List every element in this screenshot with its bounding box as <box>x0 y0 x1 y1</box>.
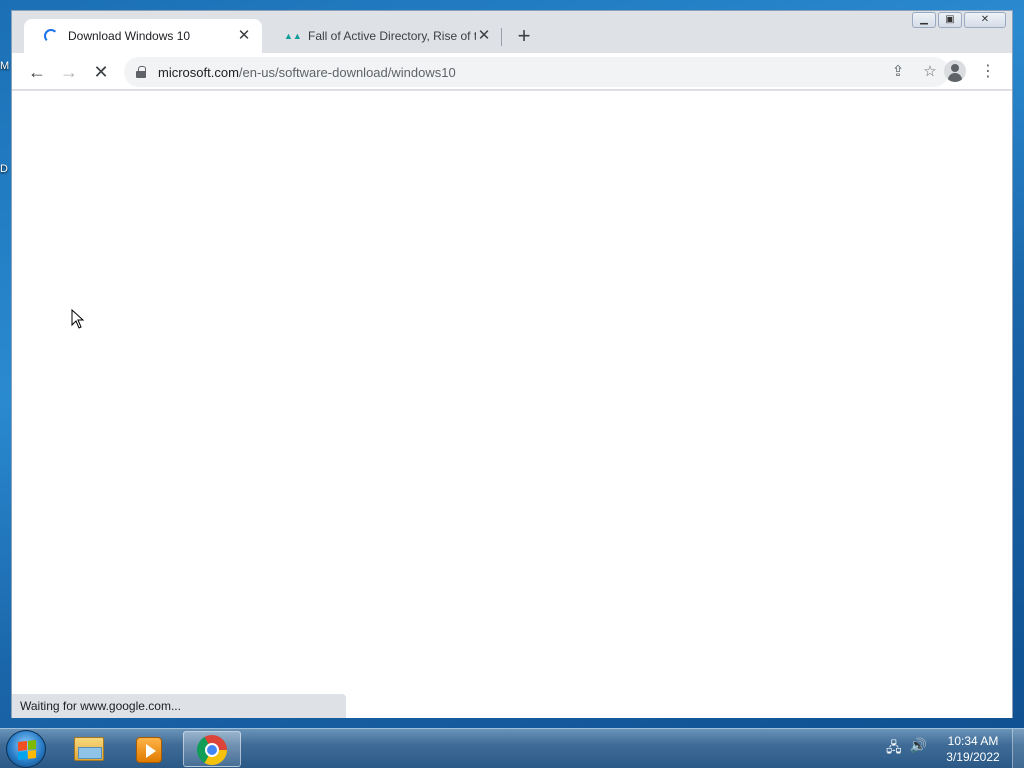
tab-strip: Download Windows 10 ✕ ▲▲ Fall of Active … <box>12 11 1012 53</box>
url-text[interactable]: microsoft.com/en-us/software-download/wi… <box>158 65 885 80</box>
new-tab-button[interactable]: + <box>512 25 536 49</box>
system-tray: 🖧 🔊 <box>886 737 927 761</box>
tab-title: Download Windows 10 <box>68 29 191 43</box>
taskbar-chrome-button[interactable] <box>183 731 241 767</box>
taskbar-media-player-button[interactable] <box>120 731 178 767</box>
tab-title: Fall of Active Directory, Rise of th <box>308 29 476 43</box>
stop-loading-button[interactable]: ✕ <box>88 59 114 85</box>
maximize-button[interactable]: ▣ <box>938 12 962 28</box>
profile-avatar-icon[interactable] <box>944 60 966 82</box>
site-favicon-icon: ▲▲ <box>284 31 302 41</box>
status-bubble: Waiting for www.google.com... <box>12 694 346 718</box>
tab-separator <box>501 28 502 46</box>
url-host: microsoft.com <box>158 64 239 80</box>
browser-window: Download Windows 10 ✕ ▲▲ Fall of Active … <box>11 10 1013 718</box>
browser-menu-icon[interactable]: ⋮ <box>978 59 998 85</box>
tab-download-windows-10[interactable]: Download Windows 10 ✕ <box>24 19 262 53</box>
forward-button[interactable]: → <box>56 59 82 85</box>
volume-icon[interactable]: 🔊 <box>910 737 927 761</box>
clock-time: 10:34 AM <box>947 734 999 748</box>
media-player-icon <box>136 737 162 763</box>
chrome-icon <box>197 735 227 765</box>
url-path: /en-us/software-download/windows10 <box>238 64 456 80</box>
lock-icon[interactable] <box>136 66 146 78</box>
close-window-button[interactable]: ✕ <box>964 12 1006 28</box>
start-button[interactable] <box>6 730 46 768</box>
window-controls: ▁ ▣ ✕ <box>912 12 1006 28</box>
tab-fall-of-active-directory[interactable]: ▲▲ Fall of Active Directory, Rise of th … <box>264 19 502 53</box>
taskbar-explorer-button[interactable] <box>60 731 118 767</box>
network-icon[interactable]: 🖧 <box>886 737 902 761</box>
show-desktop-button[interactable] <box>1012 729 1024 768</box>
page-content: Waiting for www.google.com... <box>12 91 1012 718</box>
loading-spinner-icon <box>44 29 58 43</box>
address-bar[interactable]: microsoft.com/en-us/software-download/wi… <box>124 57 949 87</box>
mouse-cursor-icon <box>71 309 85 329</box>
taskbar: 🖧 🔊 10:34 AM 3/19/2022 <box>0 728 1024 768</box>
close-tab-icon[interactable]: ✕ <box>236 28 252 44</box>
folder-icon <box>74 737 104 761</box>
clock-date: 3/19/2022 <box>946 750 1000 764</box>
windows-logo-icon <box>18 740 36 760</box>
bookmark-star-icon[interactable]: ☆ <box>917 59 943 85</box>
share-icon[interactable]: ⇪ <box>885 59 911 85</box>
back-button[interactable]: ← <box>24 59 50 85</box>
browser-toolbar: ← → ✕ microsoft.com/en-us/software-downl… <box>12 53 1012 90</box>
taskbar-clock[interactable]: 10:34 AM 3/19/2022 <box>940 733 1006 765</box>
minimize-button[interactable]: ▁ <box>912 12 936 28</box>
close-tab-icon[interactable]: ✕ <box>476 28 492 44</box>
